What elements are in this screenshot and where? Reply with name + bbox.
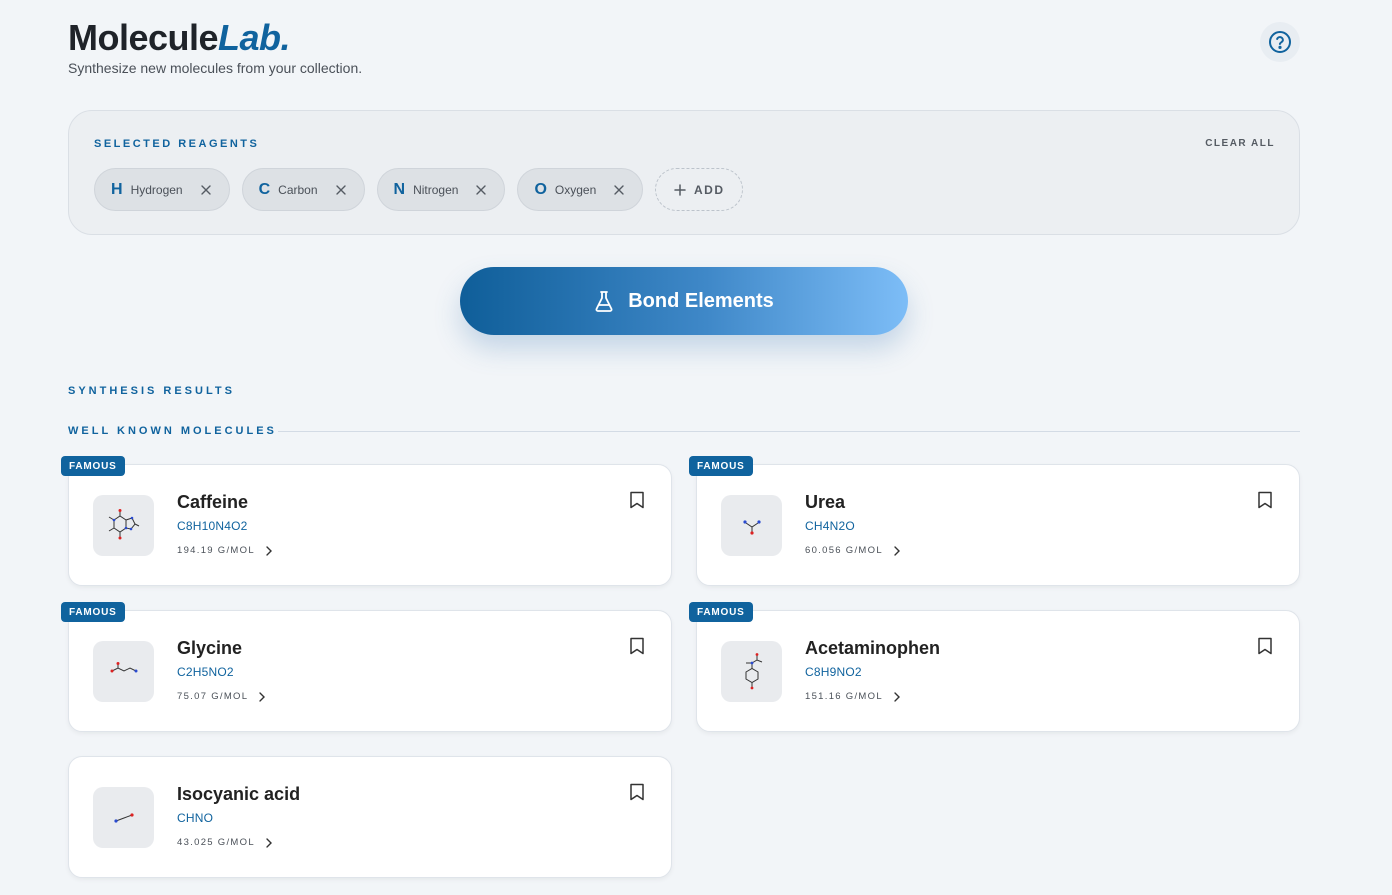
molecule-details-link[interactable]: 60.056 G/MOL xyxy=(805,545,901,556)
molecule-card-caffeine[interactable]: FAMOUS Caffeine C8H10N4O2 194.19 G/MOL xyxy=(61,456,672,586)
molecule-structure-thumbnail xyxy=(93,641,154,702)
famous-badge: FAMOUS xyxy=(61,602,125,622)
bookmark-icon[interactable] xyxy=(629,491,645,509)
acetaminophen-structure-icon xyxy=(745,652,762,689)
reagent-chip-nitrogen[interactable]: N Nitrogen xyxy=(376,168,506,211)
molecule-details-link[interactable]: 194.19 G/MOL xyxy=(177,545,273,556)
well-known-molecules-heading: WELL KNOWN MOLECULES xyxy=(68,425,277,437)
reagent-name: Carbon xyxy=(278,182,318,197)
bond-elements-label: Bond Elements xyxy=(628,289,774,312)
bookmark-icon[interactable] xyxy=(629,637,645,655)
molecule-formula: C2H5NO2 xyxy=(177,665,234,679)
molecule-name: Urea xyxy=(805,492,846,512)
reagent-symbol: H xyxy=(111,180,123,198)
reagent-chip-carbon[interactable]: C Carbon xyxy=(241,168,365,211)
chevron-right-icon xyxy=(259,691,266,702)
molecule-structure-thumbnail xyxy=(93,787,154,848)
molecular-weight: 75.07 G/MOL xyxy=(177,691,249,702)
panel-title: SELECTED REAGENTS xyxy=(94,138,260,150)
molecule-structure-thumbnail xyxy=(93,495,154,556)
remove-hydrogen-button[interactable] xyxy=(199,183,213,197)
molecule-card-acetaminophen[interactable]: FAMOUS Acetaminophen C8H9NO2 151.16 G/MO… xyxy=(689,602,1300,732)
molecule-details-link[interactable]: 151.16 G/MOL xyxy=(805,691,901,702)
molecular-weight: 151.16 G/MOL xyxy=(805,691,883,702)
reagent-symbol: C xyxy=(258,180,271,198)
synthesis-results-heading: SYNTHESIS RESULTS xyxy=(68,385,235,397)
add-label: ADD xyxy=(694,182,725,197)
chevron-right-icon xyxy=(894,691,900,702)
molecule-card-glycine[interactable]: FAMOUS Glycine C2H5NO2 75.07 G/MOL xyxy=(61,602,672,732)
help-icon xyxy=(1269,31,1291,53)
molecular-weight: 43.025 G/MOL xyxy=(177,837,255,848)
molecule-name: Glycine xyxy=(177,638,243,658)
reagent-name: Nitrogen xyxy=(413,182,459,197)
molecule-structure-thumbnail xyxy=(721,641,782,702)
bond-elements-button[interactable]: Bond Elements xyxy=(460,267,908,335)
molecule-card-urea[interactable]: FAMOUS Urea CH4N2O 60.056 G/MOL xyxy=(689,456,1300,586)
flask-icon xyxy=(595,291,613,312)
famous-badge: FAMOUS xyxy=(689,602,753,622)
molecule-name: Isocyanic acid xyxy=(177,784,301,804)
reagent-chip-oxygen[interactable]: O Oxygen xyxy=(517,168,644,211)
help-button[interactable] xyxy=(1260,22,1300,62)
add-reagent-button[interactable]: ADD xyxy=(655,168,744,211)
molecule-details-link[interactable]: 43.025 G/MOL xyxy=(177,837,273,848)
glycine-structure-icon xyxy=(110,661,137,672)
reagent-name: Oxygen xyxy=(554,182,597,197)
urea-structure-icon xyxy=(742,519,761,535)
reagent-chip-list: H Hydrogen C Carbon N Nitrogen O Oxygen … xyxy=(94,168,744,211)
reagent-name: Hydrogen xyxy=(130,182,183,197)
famous-badge: FAMOUS xyxy=(689,456,753,476)
close-icon xyxy=(200,184,211,195)
remove-nitrogen-button[interactable] xyxy=(474,183,488,197)
isocyanic-acid-structure-icon xyxy=(113,812,134,823)
molecule-details-link[interactable]: 75.07 G/MOL xyxy=(177,691,266,702)
brand-main: Molecule xyxy=(68,17,219,58)
section-divider xyxy=(278,431,1300,432)
close-icon xyxy=(476,184,487,195)
selected-reagents-panel: SELECTED REAGENTS CLEAR ALL H Hydrogen C… xyxy=(68,110,1300,235)
close-icon xyxy=(614,184,624,195)
bookmark-icon[interactable] xyxy=(1257,637,1273,655)
chevron-right-icon xyxy=(894,545,900,556)
molecule-card-isocyanic-acid[interactable]: Isocyanic acid CHNO 43.025 G/MOL xyxy=(68,756,672,878)
molecule-formula: CHNO xyxy=(177,811,214,825)
molecule-formula: C8H9NO2 xyxy=(805,665,862,679)
plus-icon xyxy=(674,183,686,196)
bookmark-icon[interactable] xyxy=(1257,491,1273,509)
molecule-name: Caffeine xyxy=(177,492,249,512)
app-logo: MoleculeLab. xyxy=(68,17,291,59)
remove-carbon-button[interactable] xyxy=(334,183,348,197)
famous-badge: FAMOUS xyxy=(61,456,125,476)
molecular-weight: 194.19 G/MOL xyxy=(177,545,255,556)
molecule-formula: CH4N2O xyxy=(805,519,855,533)
reagent-chip-hydrogen[interactable]: H Hydrogen xyxy=(94,168,230,211)
caffeine-structure-icon xyxy=(108,508,139,539)
molecule-formula: C8H10N4O2 xyxy=(177,519,248,533)
remove-oxygen-button[interactable] xyxy=(612,183,626,197)
chevron-right-icon xyxy=(266,837,272,848)
molecule-name: Acetaminophen xyxy=(805,638,941,658)
molecule-structure-thumbnail xyxy=(721,495,782,556)
close-icon xyxy=(335,184,346,195)
brand-accent: Lab. xyxy=(218,17,291,58)
chevron-right-icon xyxy=(266,545,272,556)
tagline: Synthesize new molecules from your colle… xyxy=(68,60,363,76)
molecular-weight: 60.056 G/MOL xyxy=(805,545,883,556)
bookmark-icon[interactable] xyxy=(629,783,645,801)
reagent-symbol: N xyxy=(393,180,406,198)
reagent-symbol: O xyxy=(534,180,547,198)
clear-all-button[interactable]: CLEAR ALL xyxy=(1205,138,1275,149)
